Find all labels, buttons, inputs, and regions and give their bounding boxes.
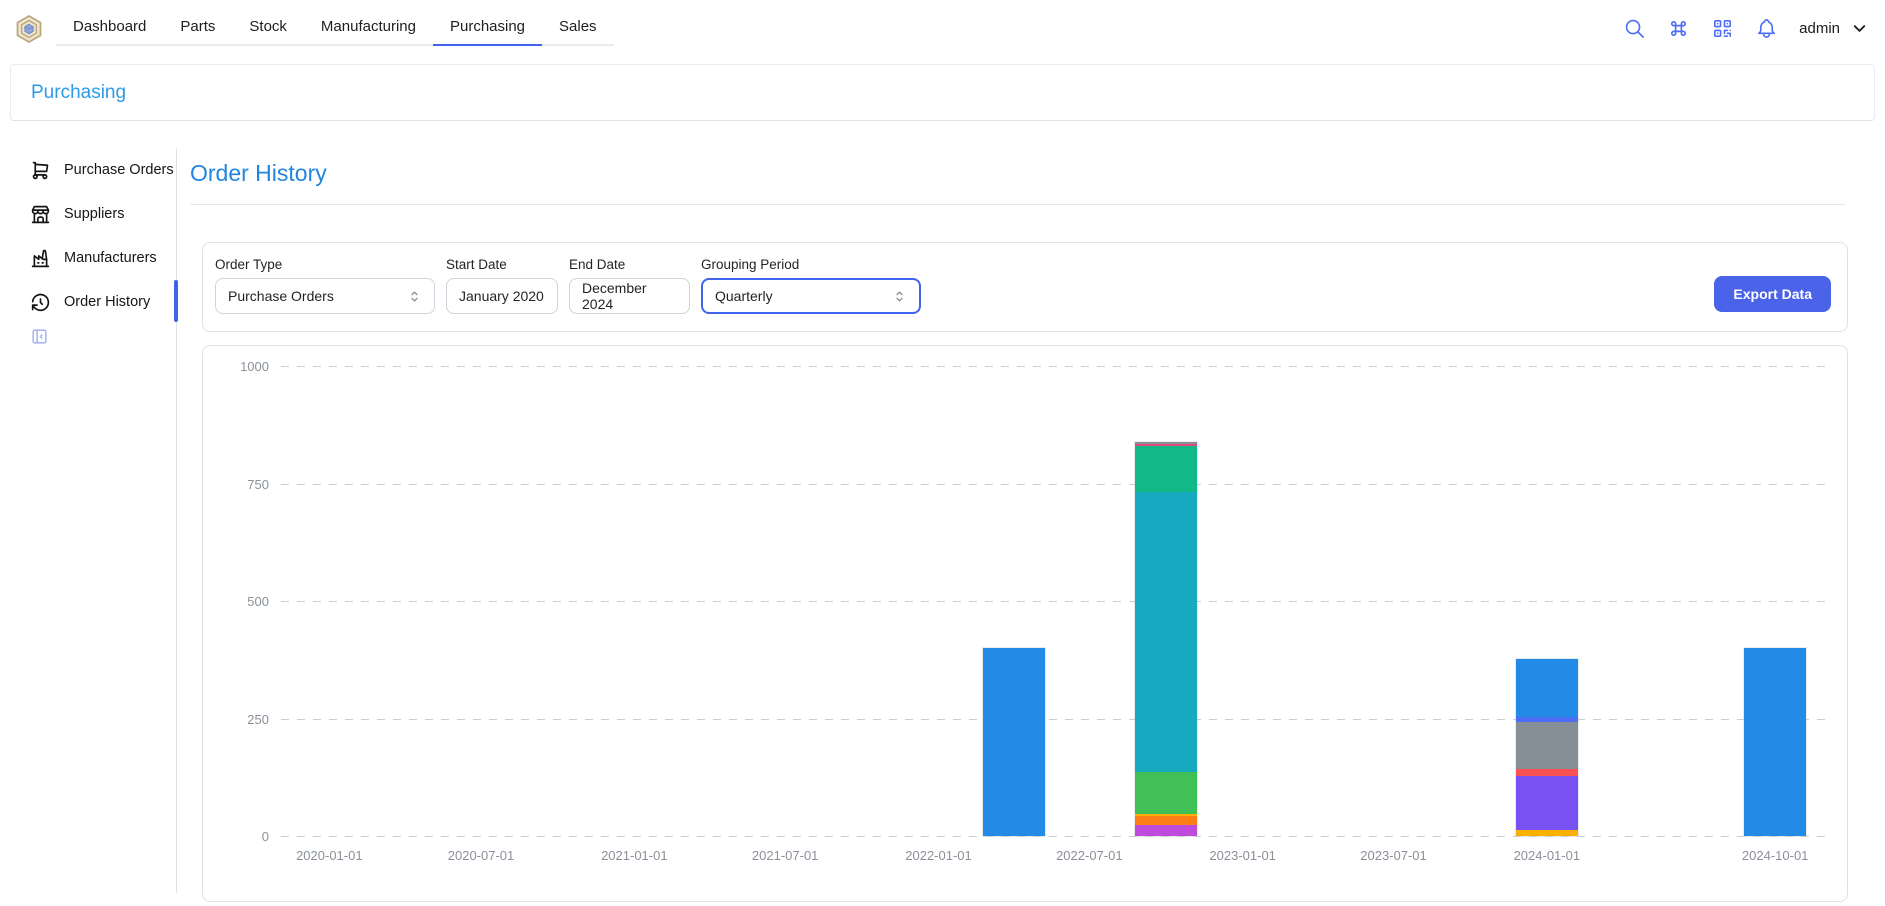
building-factory-icon xyxy=(30,248,51,269)
gridline xyxy=(281,366,1826,367)
grouping-period-field: Grouping Period Quarterly xyxy=(701,257,921,314)
tab-dashboard[interactable]: Dashboard xyxy=(56,10,163,44)
filter-panel: Order Type Purchase Orders Start Date Ja… xyxy=(202,242,1848,332)
search-icon[interactable] xyxy=(1623,17,1646,40)
order-history-chart-card: 0 250 500 750 1000 2020-01-01 2020-07-01 2021-0… xyxy=(202,345,1848,902)
x-axis-tick-label: 2020-07-01 xyxy=(448,848,515,863)
sidebar-label: Order History xyxy=(64,294,150,310)
bar-segment xyxy=(1516,830,1578,836)
end-date-field: End Date December 2024 xyxy=(569,257,690,314)
x-axis-tick-label: 2024-01-01 xyxy=(1514,848,1581,863)
gridline xyxy=(281,836,1826,837)
end-date-value: December 2024 xyxy=(582,280,677,312)
user-menu[interactable]: admin xyxy=(1799,19,1869,38)
command-palette-icon[interactable] xyxy=(1667,17,1690,40)
x-axis-tick-label: 2023-07-01 xyxy=(1360,848,1427,863)
sidebar-item-suppliers[interactable]: Suppliers xyxy=(30,192,170,236)
y-axis-tick-label: 250 xyxy=(211,712,269,727)
chart-bar-2024-01-01[interactable] xyxy=(1516,659,1578,836)
page: Dashboard Parts Stock Manufacturing Purc… xyxy=(0,0,1885,906)
bar-segment xyxy=(1516,769,1578,776)
chevron-down-icon xyxy=(1850,19,1869,38)
x-axis-tick-label: 2024-10-01 xyxy=(1742,848,1809,863)
selector-updown-icon xyxy=(407,289,422,304)
sidebar-label: Manufacturers xyxy=(64,250,157,266)
main-nav-tabs: Dashboard Parts Stock Manufacturing Purc… xyxy=(56,10,614,46)
username-label: admin xyxy=(1799,20,1840,37)
start-date-label: Start Date xyxy=(446,257,558,272)
order-type-select[interactable]: Purchase Orders xyxy=(215,278,435,314)
bar-segment xyxy=(1516,659,1578,717)
y-axis-tick-label: 1000 xyxy=(211,359,269,374)
tab-stock[interactable]: Stock xyxy=(232,10,304,44)
bar-segment xyxy=(983,648,1045,836)
qrcode-scan-icon[interactable] xyxy=(1711,17,1734,40)
top-navbar: Dashboard Parts Stock Manufacturing Purc… xyxy=(0,0,1885,60)
building-store-icon xyxy=(30,204,51,225)
history-icon xyxy=(30,292,51,313)
page-title: Order History xyxy=(190,160,327,187)
grouping-period-select[interactable]: Quarterly xyxy=(701,278,921,314)
x-axis-tick-label: 2021-07-01 xyxy=(752,848,819,863)
sidebar-collapse-icon[interactable] xyxy=(30,327,49,346)
sidebar-item-order-history[interactable]: Order History xyxy=(30,280,170,324)
sidebar-divider xyxy=(176,148,177,893)
header-actions: admin xyxy=(1623,0,1869,56)
order-type-label: Order Type xyxy=(215,257,435,272)
y-axis-tick-label: 500 xyxy=(211,594,269,609)
x-axis-tick-label: 2022-07-01 xyxy=(1056,848,1123,863)
bar-segment xyxy=(1744,648,1806,836)
x-axis-tick-label: 2020-01-01 xyxy=(296,848,363,863)
y-axis-tick-label: 750 xyxy=(211,477,269,492)
bar-segment xyxy=(1135,816,1197,825)
sidebar-item-manufacturers[interactable]: Manufacturers xyxy=(30,236,170,280)
bar-segment xyxy=(1135,772,1197,814)
gridline xyxy=(281,719,1826,720)
gridline xyxy=(281,601,1826,602)
notifications-bell-icon[interactable] xyxy=(1755,17,1778,40)
order-type-field: Order Type Purchase Orders xyxy=(215,257,435,314)
tab-parts[interactable]: Parts xyxy=(163,10,232,44)
chart-bar-2022-10-01[interactable] xyxy=(1135,442,1197,836)
sidebar-label: Suppliers xyxy=(64,206,124,222)
bar-segment xyxy=(1135,825,1197,836)
grouping-period-value: Quarterly xyxy=(715,288,773,304)
sidebar-item-purchase-orders[interactable]: Purchase Orders xyxy=(30,148,170,192)
sidebar-active-indicator xyxy=(174,280,178,322)
chart-plot: 0 250 500 750 1000 2020-01-01 2020-07-01 2021-0… xyxy=(203,346,1847,901)
tab-purchasing[interactable]: Purchasing xyxy=(433,10,542,46)
start-date-field: Start Date January 2020 xyxy=(446,257,558,314)
shopping-cart-icon xyxy=(30,160,51,181)
y-axis-tick-label: 0 xyxy=(211,829,269,844)
x-axis-tick-label: 2021-01-01 xyxy=(601,848,668,863)
grouping-period-label: Grouping Period xyxy=(701,257,921,272)
breadcrumb-panel: Purchasing xyxy=(10,64,1875,121)
export-data-button[interactable]: Export Data xyxy=(1714,276,1831,312)
gridline xyxy=(281,484,1826,485)
bar-segment xyxy=(1135,492,1197,772)
tab-sales[interactable]: Sales xyxy=(542,10,614,44)
chart-bar-2024-10-01[interactable] xyxy=(1744,648,1806,836)
chart-bar-2022-04-01[interactable] xyxy=(983,648,1045,836)
end-date-label: End Date xyxy=(569,257,690,272)
start-date-input[interactable]: January 2020 xyxy=(446,278,558,314)
sidebar: Purchase Orders Suppliers Manufacturers … xyxy=(30,148,170,324)
bar-segment xyxy=(1516,776,1578,830)
tab-manufacturing[interactable]: Manufacturing xyxy=(304,10,433,44)
bar-segment xyxy=(1516,722,1578,769)
sidebar-label: Purchase Orders xyxy=(64,162,174,178)
selector-updown-icon xyxy=(892,289,907,304)
inventree-logo-icon[interactable] xyxy=(14,14,44,44)
x-axis-tick-label: 2023-01-01 xyxy=(1209,848,1276,863)
bar-segment xyxy=(1135,446,1197,492)
x-axis-tick-label: 2022-01-01 xyxy=(905,848,972,863)
title-divider xyxy=(190,204,1845,205)
end-date-input[interactable]: December 2024 xyxy=(569,278,690,314)
order-type-value: Purchase Orders xyxy=(228,288,334,304)
breadcrumb-purchasing[interactable]: Purchasing xyxy=(31,82,126,104)
start-date-value: January 2020 xyxy=(459,288,544,304)
